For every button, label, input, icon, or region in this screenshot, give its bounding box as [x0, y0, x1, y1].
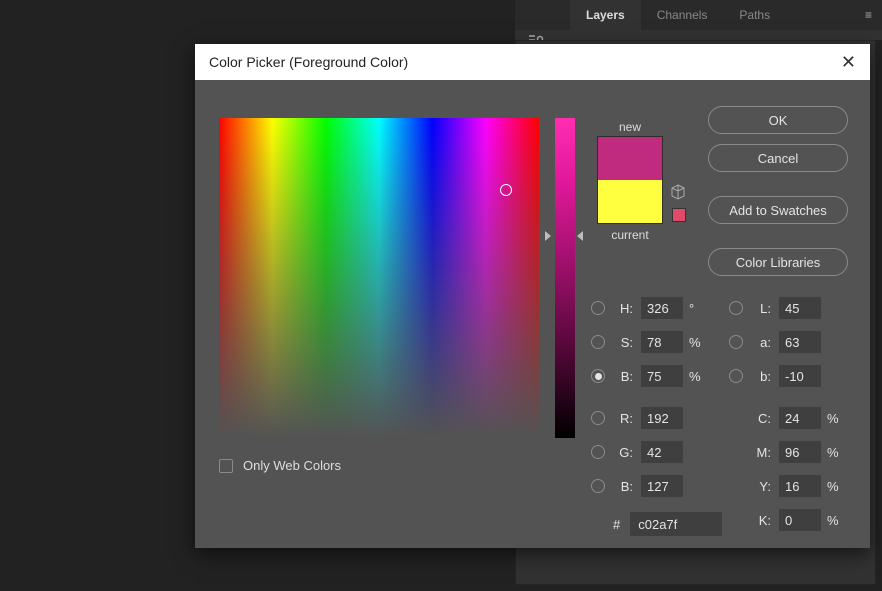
field-a: a:	[729, 332, 845, 352]
color-libraries-button[interactable]: Color Libraries	[708, 248, 848, 276]
label-current: current	[597, 228, 663, 242]
label-K: K:	[751, 513, 771, 528]
field-S: S:%	[591, 332, 707, 352]
input-S[interactable]	[641, 331, 683, 353]
unit-K: %	[827, 513, 845, 528]
field-K: K:%	[729, 510, 845, 530]
unit-B: %	[689, 369, 707, 384]
label-Y: Y:	[751, 479, 771, 494]
input-G[interactable]	[641, 441, 683, 463]
unit-H: °	[689, 301, 707, 316]
add-to-swatches-button[interactable]: Add to Swatches	[708, 196, 848, 224]
input-Y[interactable]	[779, 475, 821, 497]
input-a[interactable]	[779, 331, 821, 353]
radio-L[interactable]	[729, 301, 743, 315]
input-M[interactable]	[779, 441, 821, 463]
picker-ring[interactable]	[500, 184, 512, 196]
panel-tabs: Layers Channels Paths	[515, 0, 882, 30]
field-C: C:%	[729, 408, 845, 428]
color-field[interactable]	[219, 118, 539, 438]
field-B: B:	[591, 476, 707, 496]
hex-hash-label: #	[613, 517, 620, 532]
panel-menu-icon[interactable]: ≡	[865, 8, 872, 22]
color-picker-dialog: Color Picker (Foreground Color) ✕ new cu…	[195, 44, 870, 548]
tab-channels[interactable]: Channels	[641, 0, 724, 30]
radio-B[interactable]	[591, 479, 605, 493]
panels-dock: Layers Channels Paths ≡	[515, 0, 882, 40]
radio-B[interactable]	[591, 369, 605, 383]
hex-input[interactable]	[630, 512, 722, 536]
label-a: a:	[751, 335, 771, 350]
label-H: H:	[613, 301, 633, 316]
field-M: M:%	[729, 442, 845, 462]
titlebar[interactable]: Color Picker (Foreground Color) ✕	[195, 44, 870, 80]
tab-layers[interactable]: Layers	[570, 0, 641, 30]
field-L: L:	[729, 298, 845, 318]
label-new: new	[597, 120, 663, 134]
input-C[interactable]	[779, 407, 821, 429]
tab-paths[interactable]: Paths	[723, 0, 786, 30]
swatch-current[interactable]	[598, 180, 662, 223]
field-G: G:	[591, 442, 707, 462]
field-R: R:	[591, 408, 707, 428]
dialog-body: new current OK Cancel Add to Swatches Co…	[195, 80, 870, 548]
input-K[interactable]	[779, 509, 821, 531]
radio-R[interactable]	[591, 411, 605, 425]
close-icon[interactable]: ✕	[841, 52, 856, 73]
input-H[interactable]	[641, 297, 683, 319]
hue-arrow-right-icon[interactable]	[577, 231, 583, 241]
radio-a[interactable]	[729, 335, 743, 349]
hue-strip[interactable]	[555, 118, 575, 438]
field-Y: Y:%	[729, 476, 845, 496]
field-H: H: °	[591, 298, 707, 318]
hue-arrow-left-icon[interactable]	[545, 231, 551, 241]
only-web-checkbox[interactable]	[219, 459, 233, 473]
only-web-label: Only Web Colors	[243, 458, 341, 473]
ok-button[interactable]: OK	[708, 106, 848, 134]
unit-M: %	[827, 445, 845, 460]
dialog-title: Color Picker (Foreground Color)	[209, 54, 408, 70]
input-R[interactable]	[641, 407, 683, 429]
gamut-proxy-swatch[interactable]	[672, 208, 686, 222]
radio-H[interactable]	[591, 301, 605, 315]
label-R: R:	[613, 411, 633, 426]
input-B[interactable]	[641, 365, 683, 387]
input-b[interactable]	[779, 365, 821, 387]
swatch-new[interactable]	[598, 137, 662, 180]
field-B: B:%	[591, 366, 707, 386]
label-M: M:	[751, 445, 771, 460]
label-L: L:	[751, 301, 771, 316]
radio-b[interactable]	[729, 369, 743, 383]
label-B: B:	[613, 369, 633, 384]
swatch-box	[597, 136, 663, 224]
label-C: C:	[751, 411, 771, 426]
gamut-warning-icon[interactable]	[670, 184, 686, 200]
unit-C: %	[827, 411, 845, 426]
radio-S[interactable]	[591, 335, 605, 349]
cancel-button[interactable]: Cancel	[708, 144, 848, 172]
unit-Y: %	[827, 479, 845, 494]
label-G: G:	[613, 445, 633, 460]
input-B[interactable]	[641, 475, 683, 497]
field-b: b:	[729, 366, 845, 386]
radio-G[interactable]	[591, 445, 605, 459]
label-S: S:	[613, 335, 633, 350]
only-web-colors[interactable]: Only Web Colors	[219, 458, 341, 473]
label-b: b:	[751, 369, 771, 384]
input-L[interactable]	[779, 297, 821, 319]
label-B: B:	[613, 479, 633, 494]
unit-S: %	[689, 335, 707, 350]
hex-row: #	[613, 512, 722, 536]
